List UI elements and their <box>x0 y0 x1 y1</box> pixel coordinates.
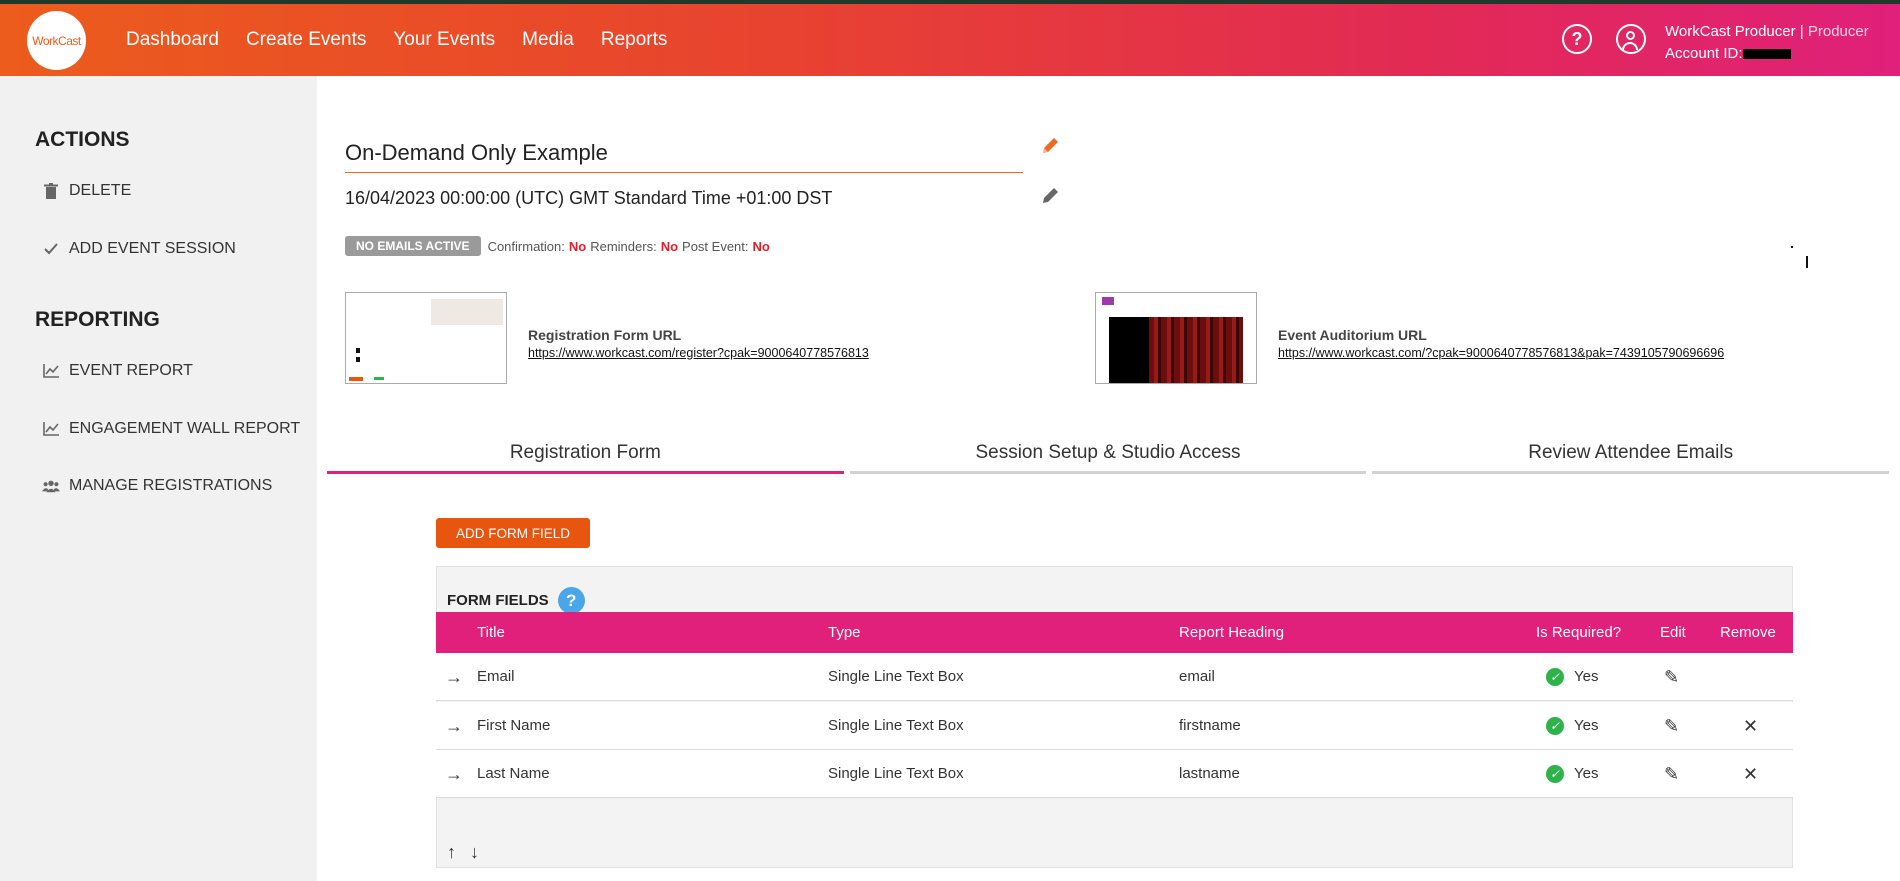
event-datetime: 16/04/2023 00:00:00 (UTC) GMT Standard T… <box>345 188 833 208</box>
remove-x-icon[interactable]: ✕ <box>1743 702 1758 750</box>
post-event-status: No <box>752 238 770 254</box>
check-circle-icon: ✓ <box>1546 717 1564 736</box>
required-status: ✓ Yes <box>1546 750 1598 798</box>
line-chart-icon <box>42 364 60 378</box>
auditorium-url-link[interactable]: https://www.workcast.com/?cpak=900064077… <box>1278 346 1724 360</box>
reminders-status: No <box>660 238 679 254</box>
registration-form-thumbnail[interactable] <box>345 292 507 384</box>
confirmation-status: No <box>568 238 587 254</box>
registration-url-label: Registration Form URL <box>528 327 682 343</box>
col-title[interactable]: Title <box>477 612 505 653</box>
users-icon <box>42 479 60 493</box>
edit-date-pencil-icon[interactable] <box>1039 185 1061 207</box>
edit-pencil-icon[interactable]: ✎ <box>1664 653 1679 701</box>
move-up-arrow-icon[interactable]: ↑ <box>447 842 456 863</box>
drag-arrow-icon[interactable]: → <box>445 750 463 798</box>
remove-x-icon[interactable]: ✕ <box>1743 750 1758 798</box>
form-fields-help-icon[interactable]: ? <box>557 587 585 614</box>
add-event-session-action[interactable]: ADD EVENT SESSION <box>42 240 236 258</box>
col-required[interactable]: Is Required? <box>1536 612 1621 653</box>
auditorium-url-label: Event Auditorium URL <box>1278 327 1427 343</box>
required-status: ✓ Yes <box>1546 702 1598 750</box>
col-edit: Edit <box>1660 624 1686 641</box>
drag-arrow-icon[interactable]: → <box>445 653 463 701</box>
sidebar: ACTIONS DELETE ADD EVENT SESSION REPORTI… <box>0 76 317 881</box>
engagement-wall-report-link[interactable]: ENGAGEMENT WALL REPORT <box>42 420 300 438</box>
user-name: WorkCast Producer <box>1665 23 1796 40</box>
top-navigation-bar: WorkCast Dashboard Create Events Your Ev… <box>0 4 1900 76</box>
form-fields-table-header: Title Type Report Heading Is Required? E… <box>436 612 1793 653</box>
table-row: → Last Name Single Line Text Box lastnam… <box>436 750 1793 798</box>
account-id-redacted <box>1742 49 1791 60</box>
manage-registrations-link[interactable]: MANAGE REGISTRATIONS <box>42 477 272 495</box>
table-row: → First Name Single Line Text Box firstn… <box>436 702 1793 750</box>
main-content: On-Demand Only Example 16/04/2023 00:00:… <box>317 76 1900 881</box>
check-circle-icon: ✓ <box>1546 668 1564 687</box>
event-report-link[interactable]: EVENT REPORT <box>42 362 193 380</box>
move-down-arrow-icon[interactable]: ↓ <box>470 842 479 863</box>
user-role: Producer <box>1807 23 1869 40</box>
event-tabs: Registration Form Session Setup & Studio… <box>327 434 1890 474</box>
edit-pencil-icon[interactable]: ✎ <box>1664 702 1679 750</box>
table-row: → Email Single Line Text Box email ✓ Yes … <box>436 653 1793 701</box>
help-icon[interactable]: ? <box>1562 24 1592 54</box>
form-fields-title: FORM FIELDS ? <box>447 587 585 614</box>
nav-reports[interactable]: Reports <box>601 29 668 51</box>
stray-mark <box>1806 256 1808 268</box>
actions-heading: ACTIONS <box>35 128 130 151</box>
add-form-field-button[interactable]: ADD FORM FIELD <box>436 518 590 548</box>
main-nav: Dashboard Create Events Your Events Medi… <box>126 4 694 76</box>
edit-title-pencil-icon[interactable] <box>1039 135 1061 157</box>
account-info: WorkCast Producer | Producer Account ID: <box>1665 23 1869 62</box>
nav-media[interactable]: Media <box>522 29 574 51</box>
edit-pencil-icon[interactable]: ✎ <box>1664 750 1679 798</box>
form-fields-panel: FORM FIELDS ? Title Type Report Heading … <box>436 566 1793 868</box>
registration-url-link[interactable]: https://www.workcast.com/register?cpak=9… <box>528 346 869 360</box>
col-remove: Remove <box>1720 624 1776 641</box>
user-profile-icon[interactable] <box>1616 24 1646 54</box>
nav-create-events[interactable]: Create Events <box>246 29 366 51</box>
required-status: ✓ Yes <box>1546 653 1598 701</box>
check-icon <box>42 243 60 255</box>
account-id-label: Account ID: <box>1665 45 1743 62</box>
email-status-row: NO EMAILS ACTIVE Confirmation: No Remind… <box>345 236 774 256</box>
line-chart-icon <box>42 422 60 436</box>
auditorium-thumbnail[interactable] <box>1095 292 1257 384</box>
workcast-logo[interactable]: WorkCast <box>27 11 86 70</box>
col-report-heading[interactable]: Report Heading <box>1179 612 1284 653</box>
tab-registration-form[interactable]: Registration Form <box>327 434 844 474</box>
drag-arrow-icon[interactable]: → <box>445 702 463 750</box>
tab-session-setup[interactable]: Session Setup & Studio Access <box>849 434 1367 474</box>
reporting-heading: REPORTING <box>35 308 160 331</box>
check-circle-icon: ✓ <box>1546 765 1564 784</box>
event-title[interactable]: On-Demand Only Example <box>345 140 1023 173</box>
nav-your-events[interactable]: Your Events <box>393 29 495 51</box>
tab-review-attendee-emails[interactable]: Review Attendee Emails <box>1372 434 1890 474</box>
stray-mark <box>1791 246 1793 248</box>
no-emails-active-badge: NO EMAILS ACTIVE <box>345 236 481 256</box>
delete-action[interactable]: DELETE <box>42 182 131 200</box>
trash-icon <box>42 183 60 199</box>
col-type[interactable]: Type <box>828 612 861 653</box>
nav-dashboard[interactable]: Dashboard <box>126 29 219 51</box>
